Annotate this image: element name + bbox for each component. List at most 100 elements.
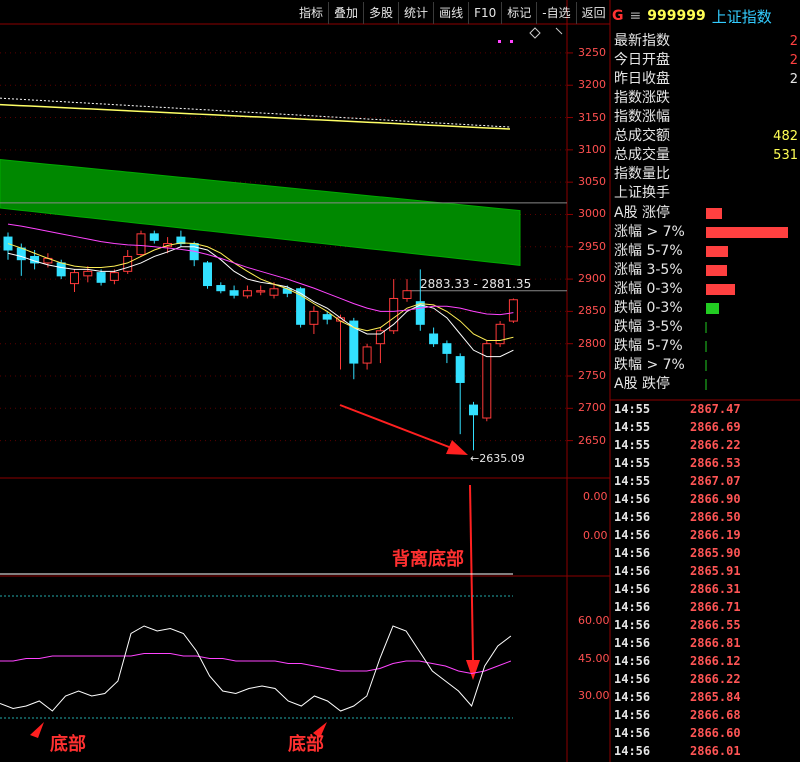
price-axis-label: 2650	[578, 433, 606, 447]
ind-axis-label: 60.00	[578, 614, 610, 627]
candle-body	[203, 262, 212, 287]
sub-axis-label: 0.00	[583, 529, 608, 542]
quote-header: G ≡ 999999 上证指数	[612, 4, 772, 28]
tick-time: 14:56	[614, 654, 651, 668]
price-axis-label: 3100	[578, 142, 606, 156]
tick-time: 14:56	[614, 636, 651, 650]
info-label: 指数量比	[614, 166, 670, 182]
tick-time: 14:56	[614, 600, 651, 614]
divergence-arrow	[339, 404, 463, 453]
price-axis-label: 2950	[578, 239, 606, 253]
bottom-annotation-2: 底部	[288, 734, 324, 755]
toolbar-mark-button[interactable]: 标记	[501, 2, 536, 24]
toolbar-stats-button[interactable]: 统计	[398, 2, 433, 24]
info-label: 指数涨幅	[614, 109, 670, 125]
tick-time: 14:55	[614, 402, 651, 416]
info-value: 482	[773, 129, 798, 144]
candle-body	[282, 288, 292, 294]
toolbar-overlay-button[interactable]: 叠加	[328, 2, 363, 24]
price-axis-label: 2700	[578, 401, 606, 415]
info-value: 2	[789, 34, 798, 49]
vertical-arrowhead	[466, 660, 480, 680]
candle-body	[242, 290, 252, 297]
toolbar-multistock-button[interactable]: 多股	[363, 2, 398, 24]
breadth-bar	[706, 265, 727, 276]
tick-time: 14:56	[614, 564, 651, 578]
breadth-label: 涨幅 > 7%	[614, 224, 685, 240]
breadth-bar	[706, 303, 719, 314]
tick-price: 2867.47	[690, 402, 741, 416]
breadth-bar	[706, 227, 788, 238]
candle-body	[70, 272, 79, 285]
diamond-icon	[529, 27, 541, 39]
candle-body	[256, 290, 266, 293]
tick-price: 2866.55	[690, 618, 741, 632]
tick-time: 14:56	[614, 726, 651, 740]
price-axis-label: 3000	[578, 207, 606, 221]
breadth-label: 涨幅 3-5%	[614, 262, 683, 278]
candle-body	[83, 270, 93, 277]
info-label: 总成交额	[614, 128, 670, 144]
breadth-label: 跌幅 > 7%	[614, 357, 685, 373]
info-label: 昨日收盘	[614, 71, 670, 87]
tick-time: 14:56	[614, 510, 651, 524]
tick-time: 14:55	[614, 438, 651, 452]
price-axis-label: 3150	[578, 110, 606, 124]
info-label: 指数涨跌	[614, 90, 670, 106]
info-label: 上证换手	[614, 185, 670, 201]
tick-price: 2866.22	[690, 672, 741, 686]
tick-price: 2867.07	[690, 474, 741, 488]
toolbar-indicator-button[interactable]: 指标	[294, 2, 328, 24]
candle-body	[322, 314, 332, 320]
tick-price: 2866.50	[690, 510, 741, 524]
candle-body	[216, 285, 226, 292]
divergence-arrowhead	[446, 440, 468, 455]
toolbar-f10-button[interactable]: F10	[468, 2, 501, 24]
price-axis-label: 3250	[578, 45, 606, 59]
breadth-label: A股 跌停	[614, 376, 671, 392]
tick-price: 2866.69	[690, 420, 741, 434]
sub-axis-label: 0.00	[583, 490, 608, 503]
tick-price: 2865.91	[690, 564, 741, 578]
info-label: 今日开盘	[614, 52, 670, 68]
tick-time: 14:55	[614, 420, 651, 434]
tick-price: 2866.81	[690, 636, 741, 650]
toolbar-draw-button[interactable]: 画线	[433, 2, 468, 24]
candle-body	[309, 310, 319, 325]
price-axis-label: 2850	[578, 304, 606, 318]
low-price-label: ←2635.09	[470, 452, 525, 465]
candle-body	[56, 262, 66, 277]
candle-body	[442, 343, 452, 354]
breadth-bar	[706, 208, 722, 219]
candle-body	[96, 272, 106, 283]
stock-code: 999999	[647, 8, 706, 24]
bottom-arrow-1	[30, 722, 44, 738]
tick-time: 14:56	[614, 582, 651, 596]
candle-body	[469, 404, 478, 416]
rsi-ma-line	[0, 653, 512, 675]
rsi-line	[0, 625, 512, 712]
green-cloud-band	[0, 159, 521, 266]
candle-body	[229, 290, 239, 296]
toolbar-watchlist-button[interactable]: -自选	[536, 2, 575, 24]
ind-axis-label: 30.00	[578, 689, 610, 702]
price-axis-label: 2800	[578, 336, 606, 350]
tick-time: 14:56	[614, 708, 651, 722]
tick-price: 2866.90	[690, 492, 741, 506]
price-axis-label: 3050	[578, 175, 606, 189]
candle-body	[149, 233, 159, 241]
menu-icon[interactable]: ≡	[630, 8, 642, 24]
tick-time: 14:56	[614, 672, 651, 686]
tick-price: 2866.19	[690, 528, 741, 542]
breadth-label: 跌幅 3-5%	[614, 319, 683, 335]
stock-name: 上证指数	[711, 7, 772, 26]
info-label: 最新指数	[614, 33, 670, 49]
breadth-label: A股 涨停	[614, 205, 671, 221]
tick-time: 14:56	[614, 690, 651, 704]
tick-time: 14:56	[614, 528, 651, 542]
toolbar-back-button[interactable]: 返回	[575, 2, 611, 24]
tick-price: 2866.53	[690, 456, 741, 470]
marker-dot	[498, 40, 501, 43]
candle-body	[3, 236, 13, 251]
tick-price: 2866.60	[690, 726, 741, 740]
